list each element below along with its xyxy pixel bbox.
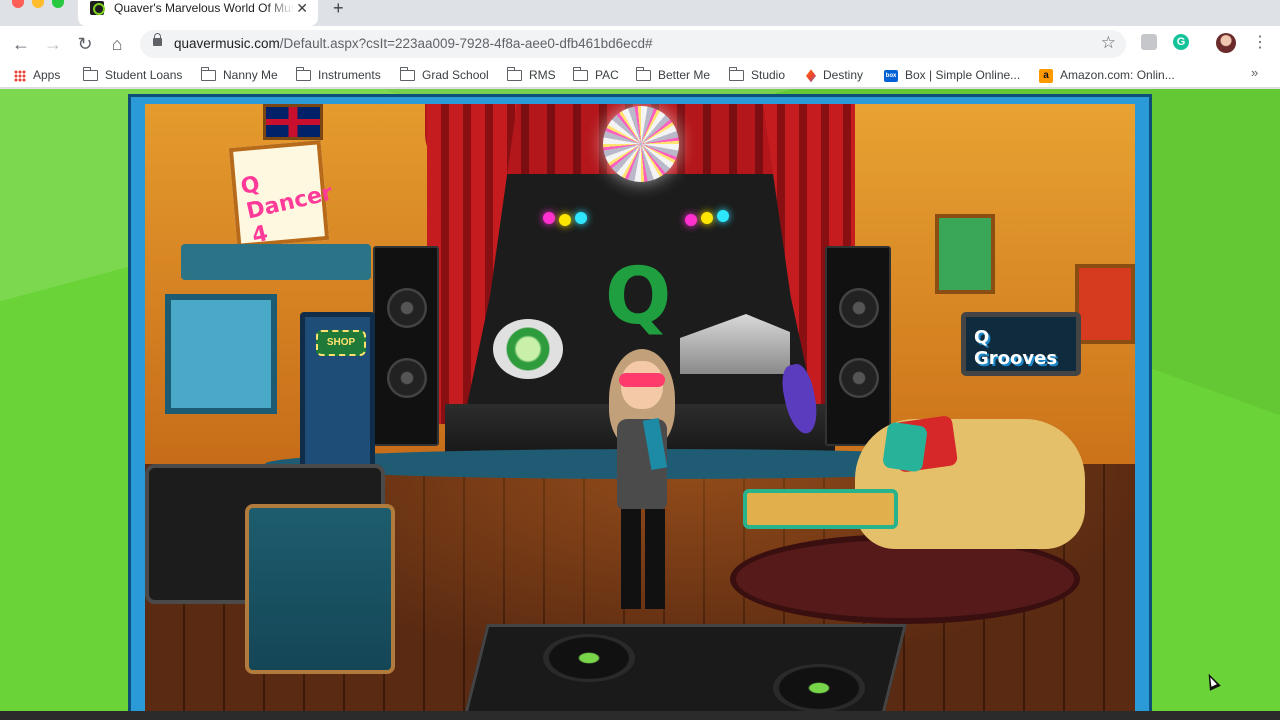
game-frame: Q Q Dancer 4 SHOP Q Grooves xyxy=(128,94,1152,711)
reload-button[interactable]: ↻ xyxy=(74,33,96,55)
disco-ball[interactable] xyxy=(603,106,679,182)
treble-clef-poster xyxy=(1075,264,1135,344)
tab-strip: Quaver's Marvelous World Of Music ✕ + xyxy=(0,0,1280,26)
new-tab-button[interactable]: + xyxy=(333,0,344,19)
folder-icon xyxy=(200,67,216,82)
profile-avatar[interactable] xyxy=(1216,33,1236,53)
right-speaker xyxy=(825,246,891,446)
lock-icon[interactable] xyxy=(153,33,162,46)
folder-icon xyxy=(399,67,415,82)
address-bar[interactable]: quavermusic.com/Default.aspx?csIt=223aa0… xyxy=(140,30,1126,58)
q-grooves-screen[interactable]: Q Grooves xyxy=(961,312,1081,376)
stage-light xyxy=(543,212,555,224)
bookmarks-overflow-button[interactable]: » xyxy=(1251,65,1258,80)
quaver-favicon-icon xyxy=(90,1,105,15)
page-viewport: Q Q Dancer 4 SHOP Q Grooves xyxy=(0,89,1280,711)
tab-close-icon[interactable]: ✕ xyxy=(296,0,308,17)
extension-icon[interactable] xyxy=(1141,34,1157,50)
q-dancer-sign: Q Dancer 4 xyxy=(238,171,336,249)
folder-icon xyxy=(635,67,651,82)
amazon-icon: a xyxy=(1039,68,1053,83)
bookmark-studio[interactable]: Studio xyxy=(728,66,786,84)
drum-kit[interactable] xyxy=(493,319,563,379)
forward-button[interactable]: → xyxy=(42,33,64,55)
character-sunglasses xyxy=(619,373,665,387)
bookmark-amazon[interactable]: a Amazon.com: Onlin... xyxy=(1039,66,1175,84)
character-boots xyxy=(621,509,665,609)
url-host: quavermusic.com xyxy=(174,36,280,51)
bookmark-nanny-me[interactable]: Nanny Me xyxy=(200,66,278,84)
pop-art-poster xyxy=(935,214,995,294)
stage-light xyxy=(717,210,729,222)
window-bottom-edge xyxy=(0,711,1280,720)
bookmark-label: PAC xyxy=(595,68,619,82)
stage-light xyxy=(685,214,697,226)
quaver-studio-scene[interactable]: Q Q Dancer 4 SHOP Q Grooves xyxy=(145,104,1135,711)
box-icon: box xyxy=(884,69,898,82)
stage-light xyxy=(559,214,571,226)
union-jack-flag xyxy=(263,104,323,140)
tab-title: Quaver's Marvelous World Of Music xyxy=(114,1,294,15)
avatar-character[interactable] xyxy=(603,349,683,609)
bookmark-label: Student Loans xyxy=(105,68,183,82)
close-window-button[interactable] xyxy=(12,0,24,8)
back-button[interactable]: ← xyxy=(10,33,32,55)
bookmark-destiny[interactable]: Destiny xyxy=(806,66,863,84)
browser-toolbar: ← → ↻ ⌂ quavermusic.com/Default.aspx?csI… xyxy=(0,26,1280,62)
bookmark-label: Grad School xyxy=(422,68,489,82)
left-speaker xyxy=(373,246,439,446)
home-button[interactable]: ⌂ xyxy=(106,33,128,55)
bookmark-grad-school[interactable]: Grad School xyxy=(399,66,489,84)
stage-light xyxy=(575,212,587,224)
bookmark-apps[interactable]: Apps xyxy=(14,66,60,84)
url-text[interactable]: quavermusic.com/Default.aspx?csIt=223aa0… xyxy=(174,36,652,51)
stage-light xyxy=(701,212,713,224)
mouse-cursor-icon xyxy=(1203,671,1221,691)
bookmark-rms[interactable]: RMS xyxy=(506,66,556,84)
zoom-window-button[interactable] xyxy=(52,0,64,8)
bookmark-label: Apps xyxy=(33,68,61,82)
bookmark-label: Destiny xyxy=(823,68,864,82)
apps-grid-icon xyxy=(14,69,26,82)
jukebox-window[interactable] xyxy=(165,294,277,414)
bookmark-instruments[interactable]: Instruments xyxy=(295,66,381,84)
bookmark-box[interactable]: box Box | Simple Online... xyxy=(884,66,1020,84)
browser-menu-icon[interactable]: ⋮ xyxy=(1252,32,1268,52)
grammarly-extension-icon[interactable]: G xyxy=(1173,34,1189,50)
bookmark-student-loans[interactable]: Student Loans xyxy=(82,66,183,84)
bookmark-label: Amazon.com: Onlin... xyxy=(1060,68,1175,82)
folder-icon xyxy=(506,67,522,82)
bookmark-label: Nanny Me xyxy=(223,68,278,82)
bookmark-label: Studio xyxy=(751,68,786,82)
browser-tab[interactable]: Quaver's Marvelous World Of Music ✕ xyxy=(78,0,318,26)
folder-icon xyxy=(572,67,588,82)
folder-icon xyxy=(82,67,98,82)
q-dancer-poster[interactable]: Q Dancer 4 xyxy=(228,140,335,249)
minimize-window-button[interactable] xyxy=(32,0,44,8)
left-turntable[interactable] xyxy=(543,634,635,682)
folder-icon xyxy=(295,67,311,82)
folder-icon xyxy=(728,67,744,82)
mantle-shelf xyxy=(181,244,371,280)
bookmark-label: RMS xyxy=(529,68,556,82)
q-grooves-sign: Q Grooves xyxy=(974,327,1058,369)
shop-sign[interactable]: SHOP xyxy=(316,330,366,356)
stage-q-logo: Q xyxy=(605,252,672,342)
coffee-table xyxy=(743,489,898,529)
teal-pillow xyxy=(881,421,929,473)
url-path: /Default.aspx?csIt=223aa009-7928-4f8a-ae… xyxy=(279,36,653,51)
bookmark-star-icon[interactable]: ☆ xyxy=(1101,33,1116,53)
right-turntable[interactable] xyxy=(773,664,865,711)
destiny-icon xyxy=(806,69,816,83)
bookmarks-bar: Apps Student Loans Nanny Me Instruments … xyxy=(0,62,1280,88)
bookmark-better-me[interactable]: Better Me xyxy=(635,66,711,84)
drum-table xyxy=(245,504,395,674)
bookmark-label: Better Me xyxy=(658,68,711,82)
bookmark-label: Box | Simple Online... xyxy=(905,68,1021,82)
bookmark-label: Instruments xyxy=(318,68,381,82)
bookmark-pac[interactable]: PAC xyxy=(572,66,619,84)
